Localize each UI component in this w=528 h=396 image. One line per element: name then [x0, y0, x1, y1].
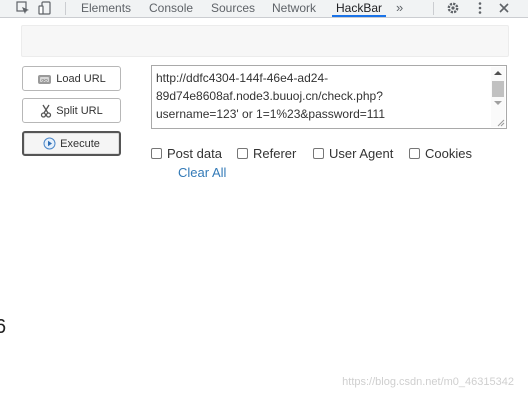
cookies-label: Cookies [425, 146, 472, 161]
device-toolbar-icon[interactable] [38, 1, 52, 15]
close-icon[interactable] [497, 1, 511, 15]
resize-grip-icon[interactable] [495, 117, 505, 127]
cookies-option[interactable]: Cookies [409, 146, 472, 161]
tab-console[interactable]: Console [149, 1, 193, 17]
tab-hackbar[interactable]: HackBar [331, 1, 387, 17]
more-vertical-icon[interactable] [473, 1, 487, 15]
page-edge-text: 6 [0, 316, 7, 338]
load-url-label: Load URL [56, 72, 106, 85]
scroll-thumb[interactable] [492, 81, 504, 97]
execute-label: Execute [60, 137, 100, 150]
url-line: http://ddfc4304-144f-46e4-ad24- [156, 71, 329, 85]
execute-button[interactable]: Execute [22, 131, 121, 156]
load-url-icon: GO [38, 74, 52, 84]
cookies-checkbox[interactable] [409, 148, 420, 159]
user-agent-checkbox[interactable] [313, 148, 324, 159]
url-line: username=123' or 1=1%23&password=111 [156, 107, 386, 121]
url-textarea[interactable]: http://ddfc4304-144f-46e4-ad24- 89d74e86… [151, 65, 507, 129]
referer-checkbox[interactable] [237, 148, 248, 159]
hackbar-toolbar [21, 25, 509, 57]
split-url-label: Split URL [56, 104, 103, 117]
settings-gear-icon[interactable] [446, 1, 460, 15]
tab-elements[interactable]: Elements [81, 1, 131, 17]
clear-all-link[interactable]: Clear All [178, 165, 226, 180]
tab-network[interactable]: Network [272, 1, 316, 17]
more-tabs-button[interactable]: » [396, 0, 403, 16]
load-url-button[interactable]: GO Load URL [22, 66, 121, 91]
inspect-element-icon[interactable] [16, 1, 30, 15]
split-url-button[interactable]: Split URL [22, 98, 121, 123]
devtools-tab-bar: Elements Console Sources Network HackBar… [0, 0, 528, 18]
scissors-icon [41, 104, 52, 118]
referer-option[interactable]: Referer [237, 146, 296, 161]
svg-text:GO: GO [42, 77, 48, 82]
scroll-up-arrow-icon[interactable] [494, 71, 502, 75]
user-agent-option[interactable]: User Agent [313, 146, 393, 161]
post-data-checkbox[interactable] [151, 148, 162, 159]
tab-sources[interactable]: Sources [211, 1, 255, 17]
watermark: https://blog.csdn.net/m0_46315342 [342, 376, 514, 388]
play-icon [43, 137, 56, 150]
scroll-down-arrow-icon[interactable] [494, 101, 502, 105]
url-line: 89d74e8608af.node3.buuoj.cn/check.php? [156, 89, 383, 103]
referer-label: Referer [253, 146, 297, 161]
post-data-label: Post data [167, 146, 222, 161]
user-agent-label: User Agent [329, 146, 394, 161]
post-data-option[interactable]: Post data [151, 146, 222, 161]
url-text: http://ddfc4304-144f-46e4-ad24- 89d74e86… [156, 69, 486, 123]
